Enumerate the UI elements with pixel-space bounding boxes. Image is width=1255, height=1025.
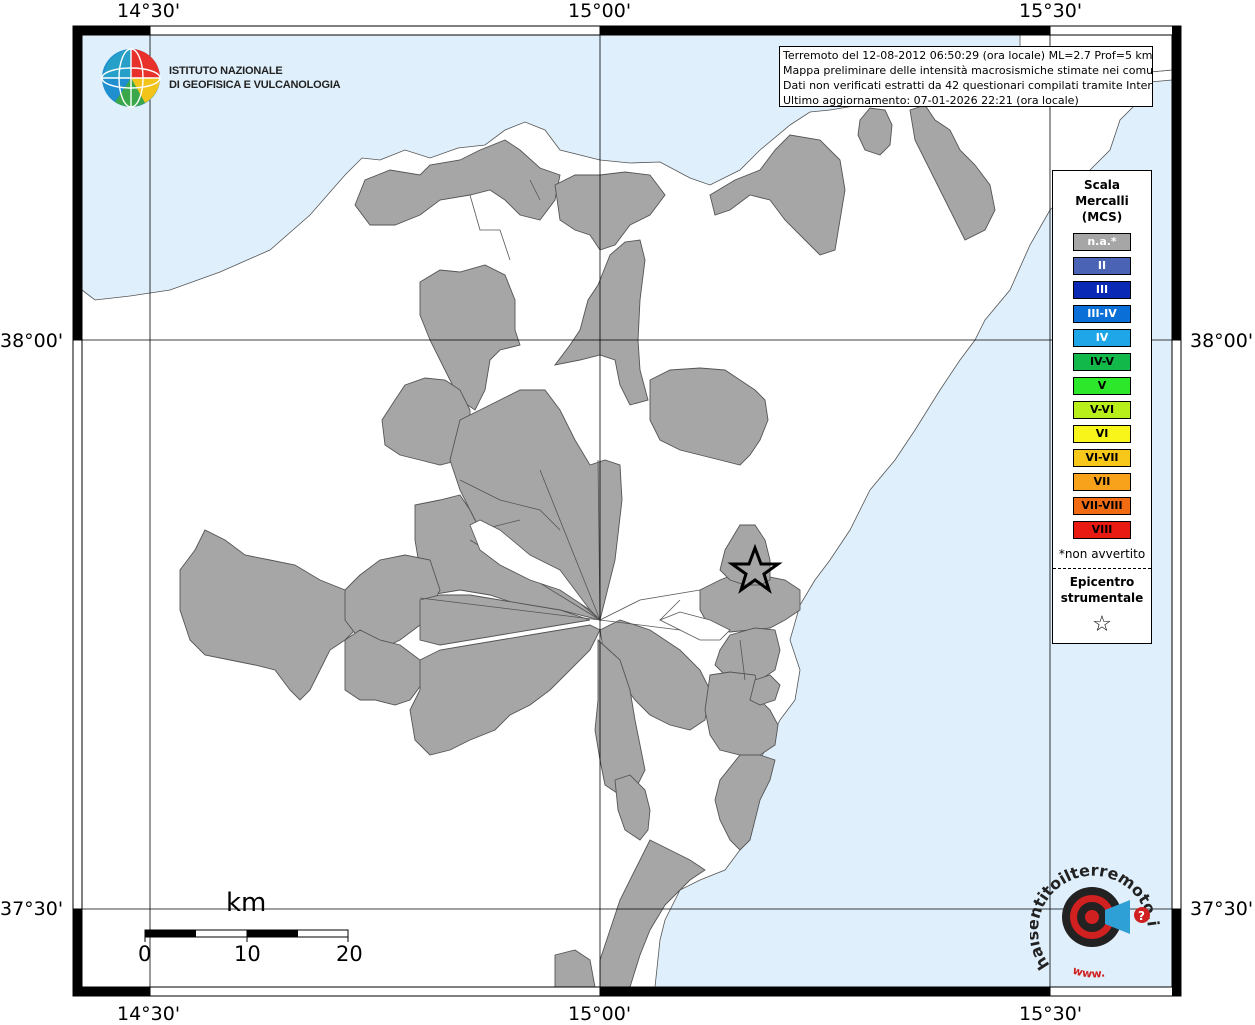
info-line-2: Mappa preliminare delle intensità macros… (783, 64, 1152, 77)
legend-item: IV-V (1073, 353, 1131, 371)
legend-item: VI-VII (1073, 449, 1131, 467)
legend-item: VII-VIII (1073, 497, 1131, 515)
lon-label-top-1: 14°30' (117, 0, 181, 22)
legend-item: V-VI (1073, 401, 1131, 419)
lat-label-right-2: 37°30' (1190, 898, 1254, 920)
ingv-globe-icon (101, 48, 161, 108)
lon-label-bottom-1: 14°30' (117, 1003, 181, 1025)
legend-note: *non avvertito (1058, 547, 1146, 561)
legend-item: III (1073, 281, 1131, 299)
legend-title-line-3: (MCS) (1081, 210, 1123, 224)
legend-epicenter-line-2: strumentale (1060, 591, 1144, 605)
legend-separator (1053, 568, 1151, 569)
legend-title-line-2: Mercalli (1075, 194, 1129, 208)
legend-item: VII (1073, 473, 1131, 491)
scale-tick-20: 20 (336, 942, 363, 966)
scale-tick-10: 10 (234, 942, 261, 966)
legend-items: n.a.* II III III-IV IV IV-V V V-VI VI VI-VII VII VI… (1053, 233, 1151, 539)
svg-text:www.: www. (1071, 964, 1106, 981)
haisentito-logo-icon: haisentitoilterremoto.it www. ? (1030, 855, 1163, 981)
event-info-box: Terremoto del 12-08-2012 06:50:29 (ora l… (779, 46, 1153, 107)
hst-logo-url: www. (1071, 964, 1106, 981)
legend-item: III-IV (1073, 305, 1131, 323)
legend-epicenter-line-1: Epicentro (1069, 575, 1135, 589)
lon-label-bottom-2: 15°00' (568, 1003, 632, 1025)
scale-tick-0: 0 (138, 942, 152, 966)
lon-label-top-2: 15°00' (568, 0, 632, 22)
scale-unit: km (226, 888, 267, 918)
legend-star-icon: ☆ (1092, 612, 1112, 637)
legend-item: VI (1073, 425, 1131, 443)
institute-line-1: ISTITUTO NAZIONALE (169, 65, 283, 77)
lat-label-left-2: 37°30' (0, 898, 64, 920)
legend-item: n.a.* (1073, 233, 1131, 251)
info-line-1: Terremoto del 12-08-2012 06:50:29 (ora l… (783, 49, 1152, 62)
institute-name: ISTITUTO NAZIONALE DI GEOFISICA E VULCAN… (169, 64, 341, 92)
legend-item: II (1073, 257, 1131, 275)
legend-title: Scala Mercalli (MCS) (1053, 177, 1151, 225)
lon-label-top-3: 15°30' (1019, 0, 1083, 22)
lon-label-bottom-3: 15°30' (1019, 1003, 1083, 1025)
institute-line-2: DI GEOFISICA E VULCANOLOGIA (169, 79, 341, 91)
lat-label-right-1: 38°00' (1190, 330, 1254, 352)
svg-text:?: ? (1138, 909, 1145, 923)
info-line-3: Dati non verificati estratti da 42 quest… (783, 79, 1152, 92)
legend-epicenter-label: Epicentro strumentale (1053, 574, 1151, 606)
legend-title-line-1: Scala (1083, 178, 1121, 192)
info-line-4: Ultimo aggiornamento: 07-01-2026 22:21 (… (783, 94, 1079, 107)
legend-item: VIII (1073, 521, 1131, 539)
legend-item: IV (1073, 329, 1131, 347)
legend-item: V (1073, 377, 1131, 395)
lat-label-left-1: 38°00' (0, 330, 64, 352)
intensity-legend: Scala Mercalli (MCS) n.a.* II III III-IV IV I… (1052, 170, 1152, 644)
